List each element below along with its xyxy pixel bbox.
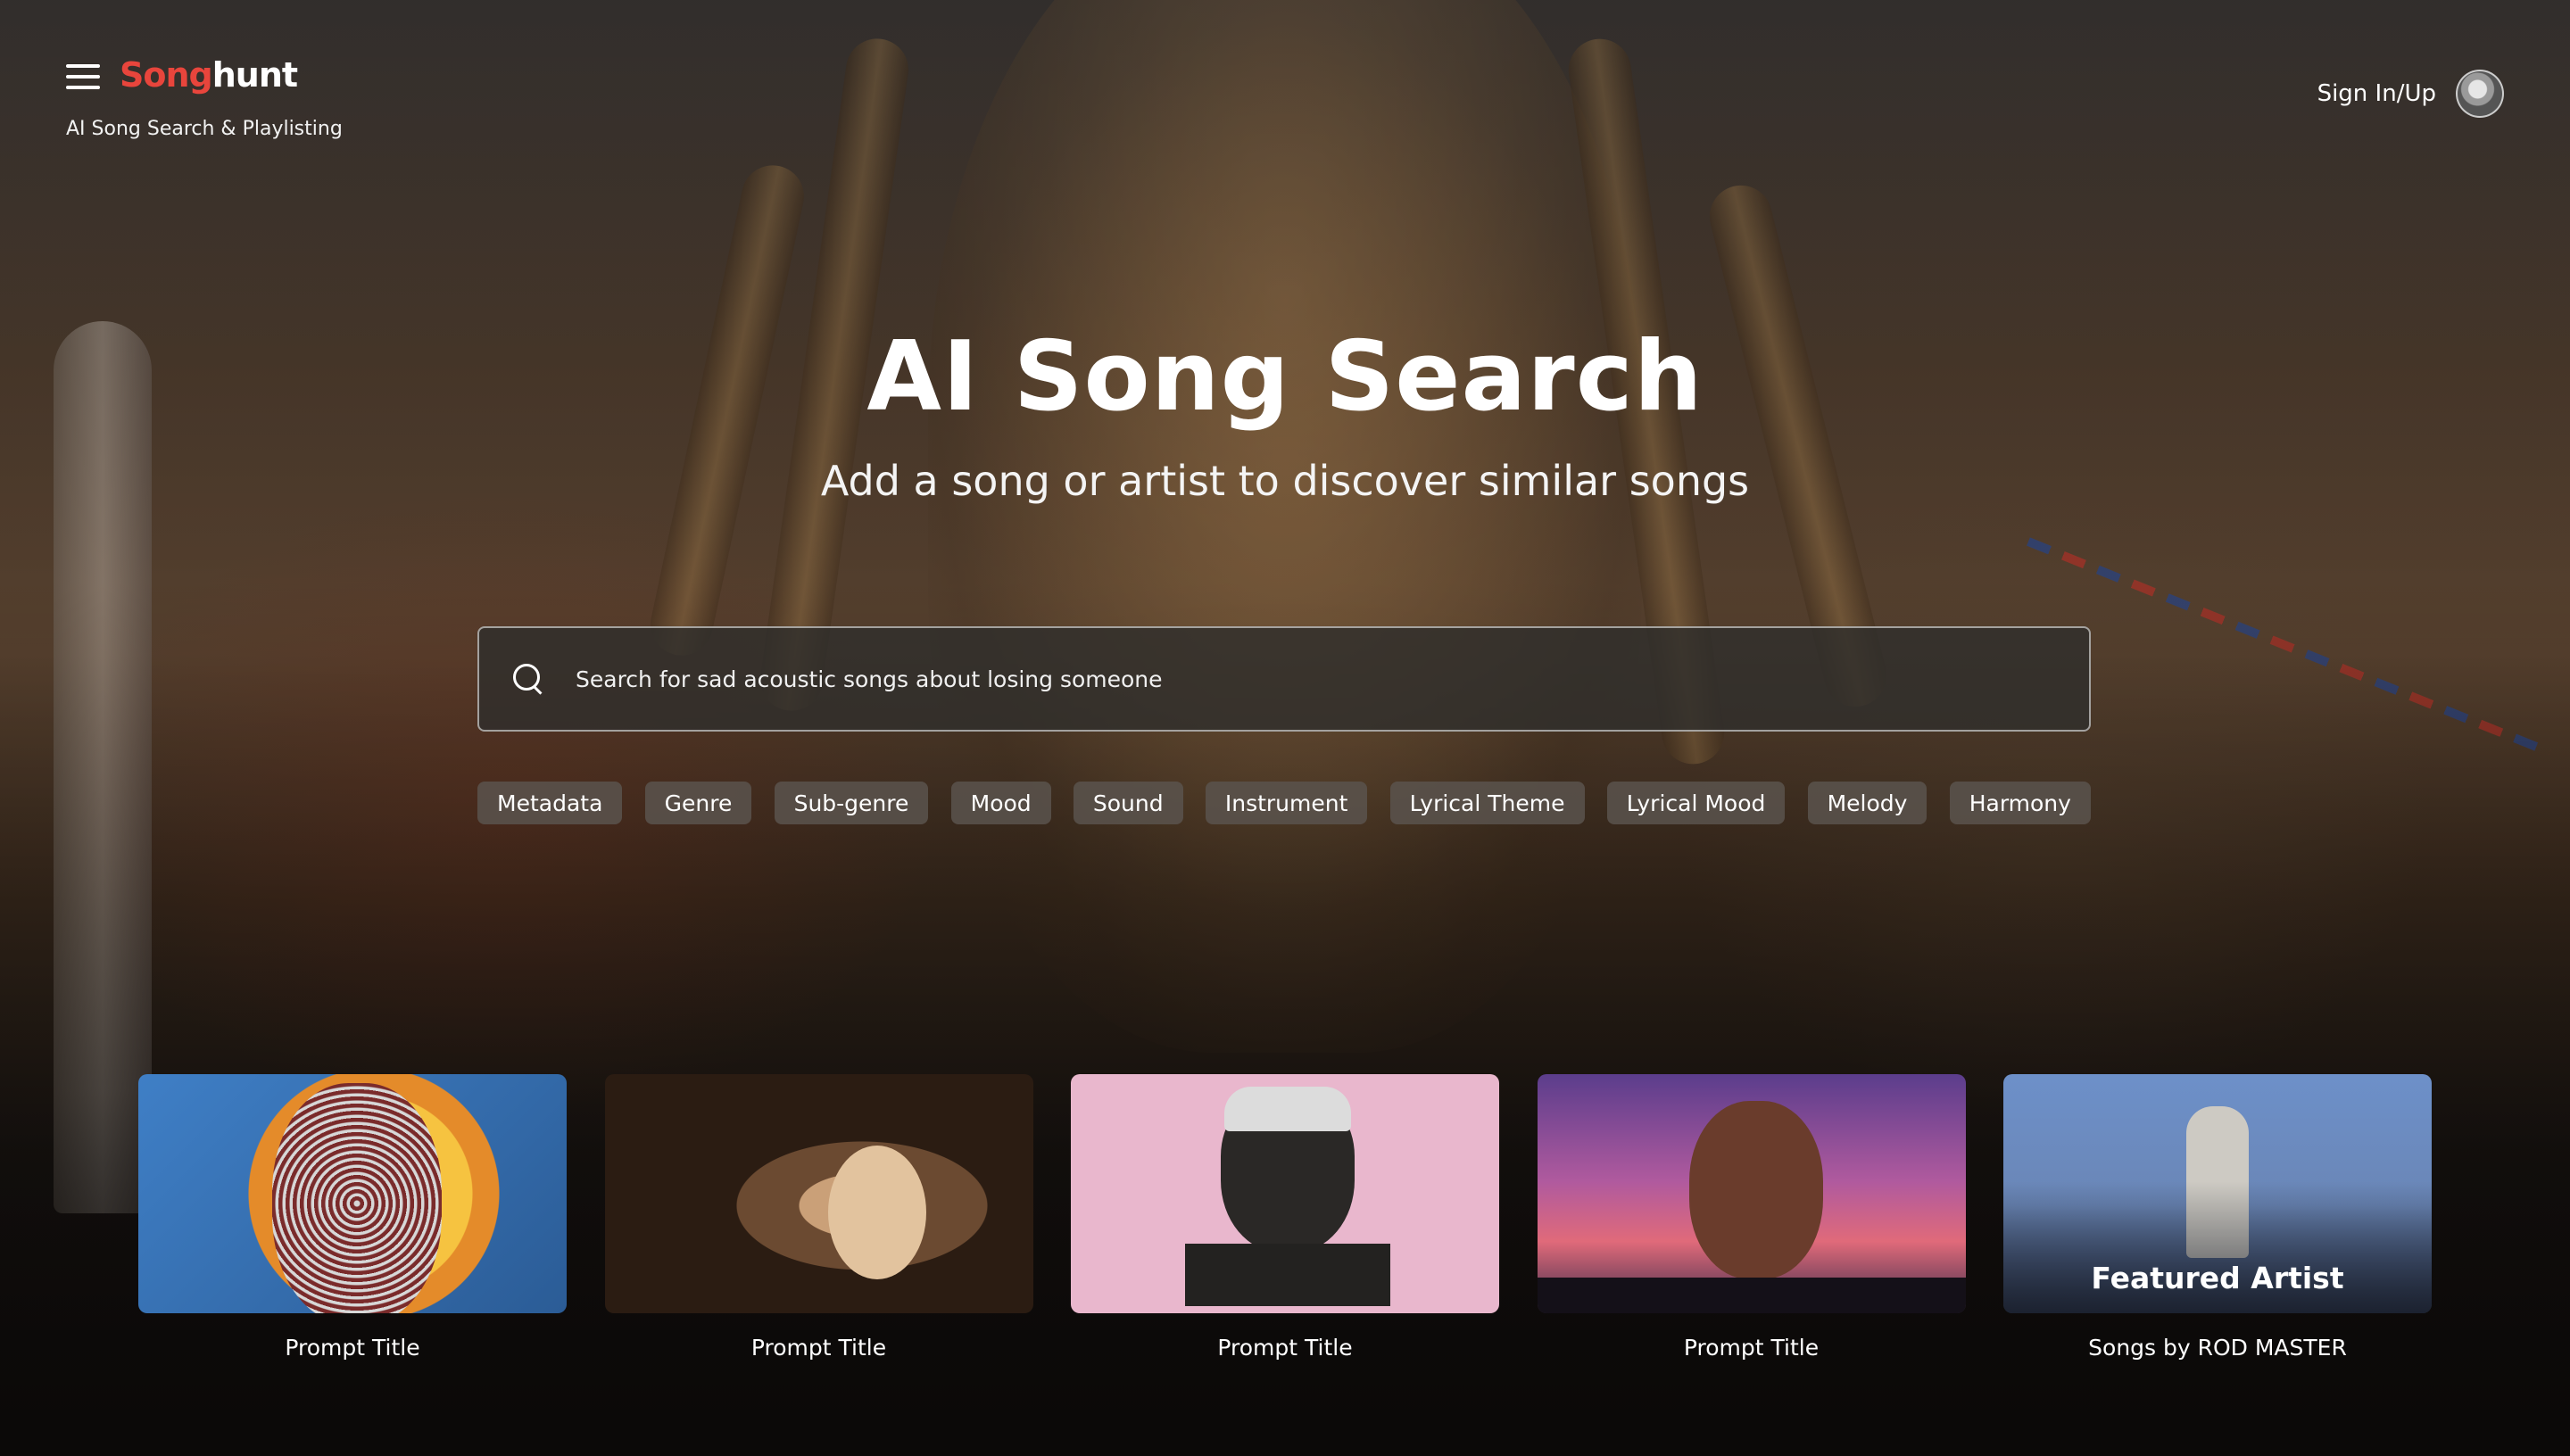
- filter-chip-metadata[interactable]: Metadata: [477, 782, 623, 824]
- prompt-card[interactable]: Prompt Title: [1537, 1074, 1966, 1361]
- logo-part-song: Song: [120, 55, 213, 95]
- filter-chip-mood[interactable]: Mood: [950, 782, 1051, 824]
- prompt-card-image: [1071, 1074, 1499, 1313]
- prompt-card-image: [1537, 1074, 1966, 1313]
- prompt-card[interactable]: Prompt Title: [1071, 1074, 1499, 1361]
- sign-in-up-link[interactable]: Sign In/Up: [2317, 80, 2436, 107]
- prompt-card-title: Prompt Title: [1683, 1335, 1820, 1361]
- prompt-card[interactable]: Prompt Title: [604, 1074, 1033, 1361]
- search-input[interactable]: [576, 666, 2062, 692]
- logo[interactable]: Songhunt: [120, 55, 298, 95]
- prompt-card-title: Prompt Title: [750, 1335, 887, 1361]
- featured-artist-title: Songs by ROD MASTER: [2088, 1335, 2347, 1361]
- avatar[interactable]: [2456, 70, 2504, 118]
- tagline: AI Song Search & Playlisting: [66, 118, 343, 140]
- filter-chips: Metadata Genre Sub-genre Mood Sound Inst…: [477, 782, 2091, 824]
- prompt-card-title: Prompt Title: [1217, 1335, 1353, 1361]
- prompt-card[interactable]: Prompt Title: [138, 1074, 567, 1361]
- auth-area: Sign In/Up: [2317, 70, 2504, 118]
- prompt-card-image: [604, 1074, 1033, 1313]
- filter-chip-lyrical-mood[interactable]: Lyrical Mood: [1606, 782, 1786, 824]
- filter-chip-melody[interactable]: Melody: [1807, 782, 1928, 824]
- page-title: AI Song Search: [866, 321, 1704, 433]
- prompt-cards: Prompt Title Prompt Title Prompt Title P…: [138, 1074, 2432, 1361]
- filter-chip-genre[interactable]: Genre: [644, 782, 752, 824]
- filter-chip-sub-genre[interactable]: Sub-genre: [774, 782, 929, 824]
- featured-artist-overlay: Featured Artist: [2091, 1261, 2344, 1295]
- filter-chip-sound[interactable]: Sound: [1073, 782, 1183, 824]
- hamburger-menu-icon[interactable]: [66, 64, 100, 89]
- featured-artist-card[interactable]: Featured Artist Songs by ROD MASTER: [2003, 1074, 2432, 1361]
- prompt-card-image: [138, 1074, 567, 1313]
- filter-chip-harmony[interactable]: Harmony: [1949, 782, 2091, 824]
- prompt-card-title: Prompt Title: [285, 1335, 420, 1361]
- filter-chip-lyrical-theme[interactable]: Lyrical Theme: [1389, 782, 1585, 824]
- page-subtitle: Add a song or artist to discover similar…: [820, 457, 1750, 505]
- logo-part-hunt: hunt: [211, 55, 298, 95]
- filter-chip-instrument[interactable]: Instrument: [1205, 782, 1368, 824]
- search-bar[interactable]: [477, 626, 2091, 732]
- featured-artist-image: Featured Artist: [2003, 1074, 2432, 1313]
- search-icon[interactable]: [511, 662, 545, 696]
